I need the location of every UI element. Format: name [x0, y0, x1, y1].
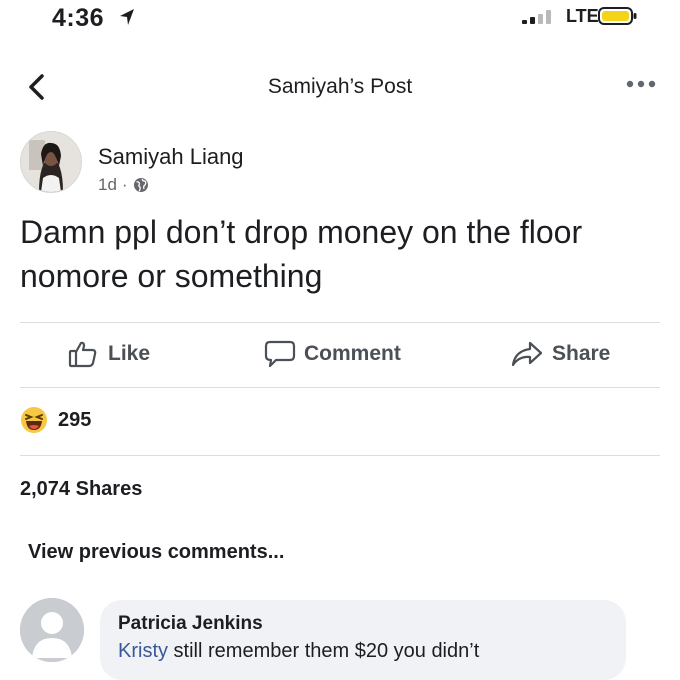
- reactions-summary[interactable]: 295: [20, 406, 91, 434]
- comment-bubble-icon: [264, 340, 296, 368]
- share-arrow-icon: [511, 341, 543, 367]
- globe-icon: [133, 178, 148, 192]
- divider: [20, 387, 660, 388]
- comment-author[interactable]: Patricia Jenkins: [118, 613, 263, 635]
- divider: [20, 455, 660, 456]
- signal-strength-icon: [522, 10, 551, 24]
- comment-avatar[interactable]: [20, 598, 84, 662]
- carrier-label: LTE: [566, 6, 599, 26]
- reaction-count: 295: [58, 408, 92, 431]
- post-meta: 1d ·: [98, 175, 149, 195]
- comment-button[interactable]: Comment: [264, 340, 401, 368]
- battery-icon: [598, 7, 637, 25]
- comment-label: Comment: [304, 342, 401, 365]
- status-time: 4:36: [52, 4, 105, 32]
- default-avatar-icon: [20, 598, 84, 662]
- share-button[interactable]: Share: [510, 340, 610, 368]
- post-text: Damn ppl don’t drop money on the floor n…: [20, 214, 583, 294]
- divider: [20, 322, 660, 323]
- status-bar: 4:36 LTE: [0, 0, 680, 40]
- comment-mention-link[interactable]: Kristy: [118, 640, 168, 662]
- shares-count[interactable]: 2,074 Shares: [20, 478, 142, 501]
- meta-separator: ·: [121, 175, 128, 194]
- header: Samiyah’s Post: [0, 60, 680, 112]
- author-avatar[interactable]: [20, 131, 82, 193]
- location-arrow-icon: [120, 9, 134, 25]
- avatar-photo-icon: [21, 132, 81, 192]
- view-previous-comments-link[interactable]: View previous comments...: [28, 541, 284, 564]
- comment-body: still remember them $20 you didn’t: [168, 640, 480, 662]
- page-title: Samiyah’s Post: [267, 75, 413, 98]
- more-options-icon[interactable]: [624, 78, 658, 90]
- like-button[interactable]: Like: [68, 340, 150, 368]
- post-time[interactable]: 1d: [98, 175, 117, 195]
- haha-reaction-icon: [21, 407, 47, 433]
- post-author-name[interactable]: Samiyah Liang: [98, 144, 244, 170]
- thumbs-up-icon: [68, 341, 97, 368]
- like-label: Like: [108, 342, 151, 365]
- share-label: Share: [552, 342, 611, 365]
- comment-text: Kristy still remember them $20 you didn’…: [118, 640, 479, 663]
